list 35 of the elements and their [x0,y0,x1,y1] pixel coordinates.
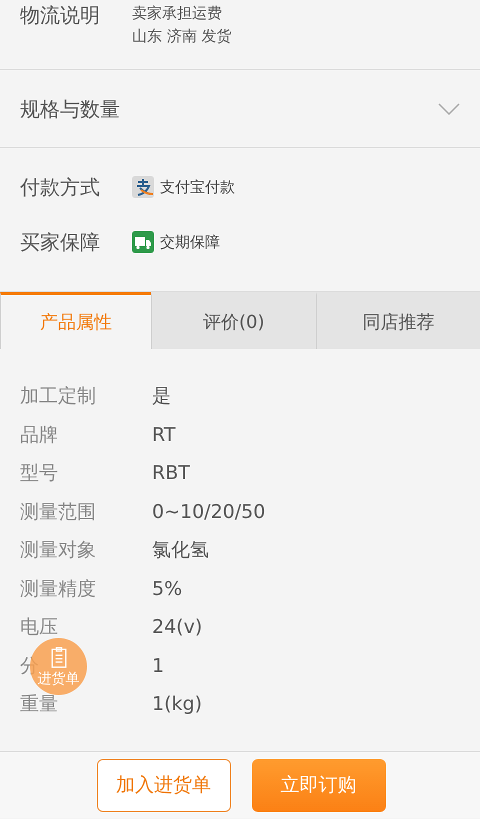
chevron-icon[interactable] [438,102,460,114]
attribute-name: 测量精度 [20,576,96,602]
order-button[interactable]: 立即订购 [252,758,386,812]
shipping-info: 卖家承担运费 [132,3,223,24]
shipping-info: 山东 济南 发货 [132,26,232,47]
payment-method: 支付宝付款 [160,178,235,196]
row-label: 物流说明 [20,2,101,28]
tab[interactable]: 评价(0) [151,292,316,349]
payment-icon [132,176,154,198]
tab[interactable]: 同店推荐 [316,292,480,349]
attribute-value: 1(kg) [152,693,202,716]
row-label: 买家保障 [20,229,101,255]
attribute-name: 测量对象 [20,538,96,564]
attribute-value: 是 [152,384,171,410]
attribute-name: 重量 [20,692,58,718]
cart-list-button[interactable]: 进货单 [30,638,87,695]
attribute-name: 品牌 [20,422,58,448]
attribute-value: 24(v) [152,616,202,638]
attribute-value: 5% [152,578,182,600]
attribute-value: 0~10/20/50 [152,500,266,523]
row-label: 付款方式 [20,174,101,200]
attribute-name: 测量范围 [20,500,96,525]
add-to-list-button[interactable]: 加入进货单 [96,758,230,812]
attribute-value: RBT [152,462,190,484]
attribute-value: RT [152,424,176,446]
row-label: 规格与数量 [20,96,121,122]
attribute-name: 电压 [20,615,58,640]
spec-row[interactable]: 规格与数量 [0,70,480,148]
tab[interactable]: 产品属性 [0,292,151,349]
attribute-name: 型号 [20,461,58,486]
attribute-name: 加工定制 [20,384,96,410]
guarantee-method: 交期保障 [160,232,220,252]
attribute-value: 氯化氢 [152,538,209,564]
truck-icon [132,231,154,253]
attribute-value: 1 [152,654,164,677]
